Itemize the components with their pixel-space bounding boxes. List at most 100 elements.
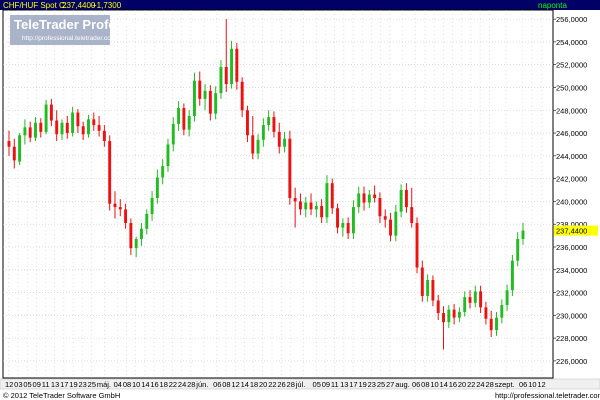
y-tick-label: 252,0000 bbox=[556, 61, 587, 70]
candlestick-chart: CHF/HUF Spot C: 237,4400 +1,7300 naponta… bbox=[0, 0, 600, 400]
candle-body bbox=[182, 107, 186, 130]
y-tick-label: 244,0000 bbox=[556, 152, 587, 161]
candle-body bbox=[426, 280, 430, 296]
footer-url: http://professional.teletrader.com bbox=[495, 391, 600, 400]
candle-body bbox=[113, 203, 117, 208]
x-tick-label: 09 bbox=[322, 380, 330, 389]
x-tick-label: 16 bbox=[150, 380, 158, 389]
x-tick-label: 11 bbox=[331, 380, 339, 389]
candle-body bbox=[177, 107, 181, 124]
x-axis: 12 03 05 09 11 13 17 19 23 25 máj. 04 08 10 14 16 18 22 24… bbox=[5, 380, 546, 389]
x-tick-label: 22 bbox=[169, 380, 177, 389]
candle-body bbox=[60, 122, 64, 135]
candle-body bbox=[23, 127, 27, 136]
x-tick-label: 09 bbox=[33, 380, 41, 389]
footer-copyright: © 2012 TeleTrader Software GmbH bbox=[3, 391, 120, 400]
candle-body bbox=[447, 309, 451, 323]
candle-body bbox=[463, 297, 467, 312]
y-tick-label: 248,0000 bbox=[556, 106, 587, 115]
x-tick-label: 06 bbox=[519, 380, 527, 389]
candle-body bbox=[39, 122, 43, 132]
candle-body bbox=[521, 230, 525, 240]
candle-body bbox=[325, 183, 329, 218]
candle-body bbox=[261, 125, 265, 140]
candle-body bbox=[166, 144, 170, 167]
candle-body bbox=[389, 219, 392, 236]
x-tick-label: 25 bbox=[88, 380, 96, 389]
x-tick-label: 05 bbox=[23, 380, 31, 389]
x-tick-label: 03 bbox=[14, 380, 22, 389]
x-tick-label: 12 bbox=[231, 380, 239, 389]
x-tick-label: 10 bbox=[132, 380, 140, 389]
x-tick-label: 10 bbox=[528, 380, 536, 389]
candle-body bbox=[49, 104, 53, 121]
candle-body bbox=[102, 130, 106, 142]
candle-body bbox=[76, 112, 80, 127]
x-tick-label: máj. bbox=[97, 380, 111, 389]
y-tick-label: 254,0000 bbox=[556, 38, 587, 47]
candle-body bbox=[277, 131, 281, 147]
candle-body bbox=[505, 290, 509, 306]
header-symbol: CHF/HUF Spot C: bbox=[3, 1, 67, 10]
x-tick-label: 08 bbox=[421, 380, 429, 389]
candle-body bbox=[431, 280, 435, 301]
y-tick-label: 242,0000 bbox=[556, 175, 587, 184]
candle-body bbox=[187, 115, 191, 130]
candle-body bbox=[336, 208, 339, 228]
candle-body bbox=[314, 205, 318, 210]
candle-body bbox=[92, 119, 96, 126]
candle-body bbox=[44, 104, 48, 132]
candle-body bbox=[235, 48, 239, 82]
header-last: 237,4400 bbox=[62, 1, 96, 10]
candle-body bbox=[97, 125, 101, 131]
candle-body bbox=[457, 311, 461, 318]
candle-body bbox=[87, 119, 90, 135]
candle-body bbox=[410, 207, 414, 224]
x-tick-label: 13 bbox=[340, 380, 348, 389]
x-tick-label: 24 bbox=[178, 380, 186, 389]
x-tick-label: 12 bbox=[537, 380, 545, 389]
candle-body bbox=[65, 122, 69, 134]
candle-body bbox=[108, 141, 112, 204]
candle-body bbox=[171, 123, 175, 145]
x-tick-label: 14 bbox=[440, 380, 448, 389]
candle-body bbox=[28, 127, 32, 138]
candle-body bbox=[81, 126, 85, 135]
y-tick-label: 240,0000 bbox=[556, 197, 587, 206]
y-tick-label: 228,0000 bbox=[556, 334, 587, 343]
candle-body bbox=[34, 122, 37, 138]
header-change: +1,7300 bbox=[92, 1, 122, 10]
candle-body bbox=[516, 239, 520, 261]
y-tick-label: 226,0000 bbox=[556, 357, 587, 366]
x-tick-label: 19 bbox=[358, 380, 366, 389]
x-tick-label: szept. bbox=[495, 380, 515, 389]
y-tick-label: 236,0000 bbox=[556, 243, 587, 252]
candle-body bbox=[330, 183, 334, 209]
x-tick-label: 27 bbox=[386, 380, 394, 389]
candle-body bbox=[193, 80, 196, 116]
candle-body bbox=[71, 112, 75, 134]
x-tick-label: 22 bbox=[467, 380, 475, 389]
y-tick-label: 250,0000 bbox=[556, 83, 587, 92]
candle-body bbox=[55, 120, 59, 135]
y-tick-label: 256,0000 bbox=[556, 15, 587, 24]
candle-body bbox=[442, 313, 445, 323]
y-tick-label: 230,0000 bbox=[556, 311, 587, 320]
candle-body bbox=[373, 194, 377, 198]
candle-body bbox=[208, 90, 212, 114]
candle-body bbox=[320, 205, 324, 218]
x-tick-label: 20 bbox=[458, 380, 466, 389]
candle-body bbox=[124, 209, 128, 224]
y-tick-label: 246,0000 bbox=[556, 129, 587, 138]
candle-body bbox=[256, 139, 260, 154]
x-tick-label: 25 bbox=[377, 380, 385, 389]
chart-window: CHF/HUF Spot C: 237,4400 +1,7300 naponta… bbox=[0, 0, 600, 400]
candle-body bbox=[479, 291, 483, 308]
x-tick-label: 05 bbox=[313, 380, 321, 389]
candle-body bbox=[198, 80, 202, 99]
candle-body bbox=[214, 93, 218, 114]
x-tick-label: 06 bbox=[412, 380, 420, 389]
x-tick-label: 08 bbox=[123, 380, 131, 389]
x-tick-label: 10 bbox=[430, 380, 438, 389]
candle-body bbox=[367, 194, 371, 203]
